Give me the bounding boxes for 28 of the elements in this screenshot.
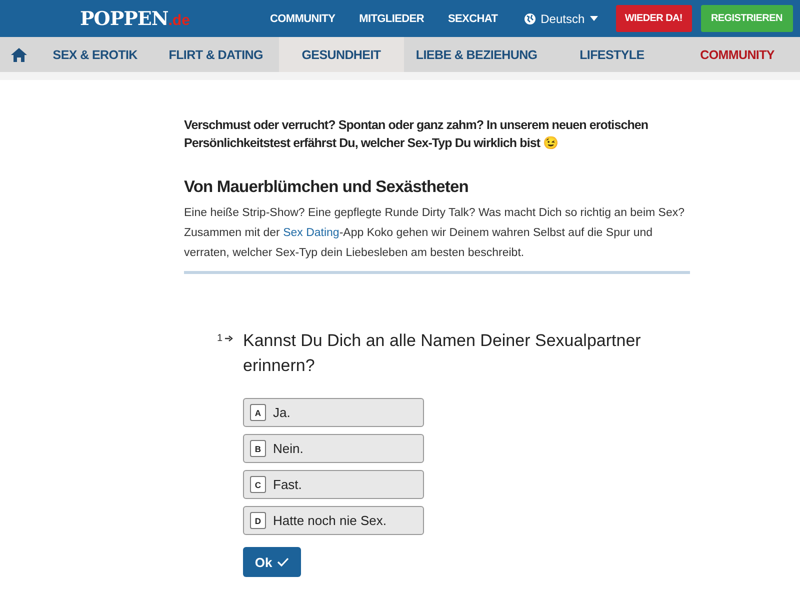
answer-option[interactable]: A Ja. [243, 398, 424, 427]
question-number: 1 [217, 333, 223, 344]
nav-tab[interactable]: LIFESTYLE [549, 37, 675, 72]
nav-tab[interactable]: SEX & EROTIK [37, 37, 154, 72]
globe-icon [524, 12, 536, 24]
sex-dating-link[interactable]: Sex Dating [283, 227, 340, 239]
header-link[interactable]: COMMUNITY [270, 12, 336, 24]
header-link[interactable]: SEXCHAT [448, 12, 498, 24]
nav-tab[interactable]: GESUNDHEIT [278, 37, 404, 72]
intro-text: Verschmust oder verrucht? Spontan oder ganz zahm? In unserem neuen erotischen Persönlichkeitstest erfährst Du, welcher Sex-Typ Du wirklich bist 😉 [184, 117, 650, 152]
caret-icon [590, 16, 598, 21]
body-paragraph: Eine heiße Strip-Show? Eine gepflegte Runde Dirty Talk? Was macht Dich so richtig an beim Sex? Zusammen mit der Sex Dating-App Koko gehen wir Deinem wahren Selbst auf die Spur und verraten, welcher Sex-Typ dein Liebesleben am besten beschreibt. [184, 203, 690, 274]
language-select[interactable]: Deutsch [524, 12, 598, 26]
arrow-icon [224, 335, 233, 342]
home-icon[interactable] [11, 48, 27, 62]
nav-tab[interactable]: LIEBE & BEZIEHUNG [404, 37, 550, 72]
answer-option[interactable]: B Nein. [243, 434, 424, 463]
logo[interactable]: POPPEN.de [80, 8, 240, 30]
header-link[interactable]: MITGLIEDER [359, 12, 424, 24]
ok-button[interactable]: Ok [243, 547, 301, 577]
answer-option[interactable]: C Fast. [243, 470, 424, 499]
nav-tab[interactable]: FLIRT & DATING [153, 37, 279, 72]
section-heading: Von Mauerblümchen und Sexästheten [184, 178, 470, 197]
answer-option[interactable]: D Hatte noch nie Sex. [243, 506, 424, 535]
question-text: Kannst Du Dich an alle Namen Deiner Sexualpartner erinnern? [243, 330, 642, 377]
checkmark-icon [277, 557, 290, 567]
login-button[interactable]: WIEDER DA! [616, 5, 692, 32]
nav-tab[interactable]: COMMUNITY [674, 37, 800, 72]
